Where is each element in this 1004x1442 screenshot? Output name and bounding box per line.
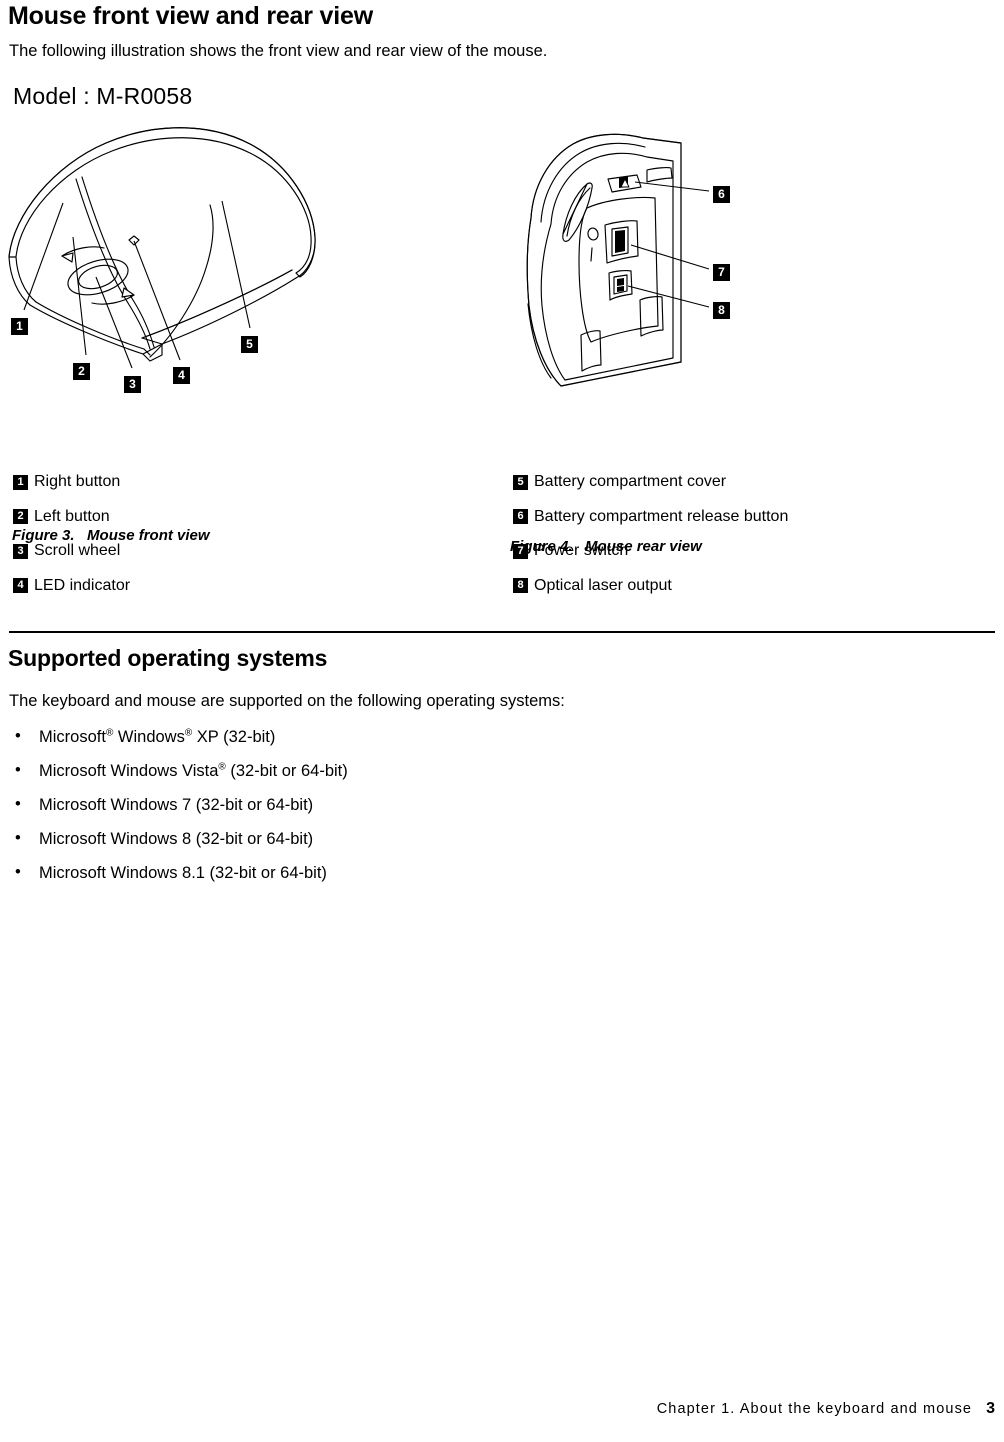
os-list-item-xp: • Microsoft® Windows® XP (32-bit) bbox=[9, 728, 809, 762]
bullet-glyph: • bbox=[15, 727, 21, 745]
legend-badge-3: 3 bbox=[13, 543, 28, 559]
bullet-glyph: • bbox=[15, 795, 21, 813]
bullet-glyph: • bbox=[15, 863, 21, 881]
os-label-xp: Microsoft® Windows® XP (32-bit) bbox=[39, 727, 276, 746]
legend-badge-6: 6 bbox=[513, 509, 528, 525]
legend-label-2: Left button bbox=[34, 507, 110, 525]
callout-badge-5: 5 bbox=[241, 336, 258, 353]
os-label-vista: Microsoft Windows Vista® (32-bit or 64-b… bbox=[39, 761, 348, 780]
model-label: Model : M-R0058 bbox=[13, 83, 193, 109]
legend-label-4: LED indicator bbox=[34, 576, 131, 594]
callout-badge-2: 2 bbox=[73, 363, 90, 380]
legend-label-6: Battery compartment release button bbox=[534, 507, 789, 525]
section-divider bbox=[9, 631, 995, 633]
legend-label-1: Right button bbox=[34, 473, 121, 491]
legend-label-7: Power switch bbox=[534, 542, 629, 560]
bullet-glyph: • bbox=[15, 761, 21, 779]
legend-badge-1: 1 bbox=[13, 474, 28, 490]
legend-column-left: 1 Right button 2 Left button 3 Scroll wh… bbox=[13, 465, 130, 603]
legend-badge-2: 2 bbox=[13, 509, 28, 525]
os-label-win8: Microsoft Windows 8 (32-bit or 64-bit) bbox=[39, 830, 314, 848]
os-label-win81: Microsoft Windows 8.1 (32-bit or 64-bit) bbox=[39, 864, 327, 882]
legend-badge-8: 8 bbox=[513, 578, 528, 594]
callout-badge-3: 3 bbox=[124, 376, 141, 393]
leader-line-2 bbox=[72, 236, 87, 356]
legend-badge-5: 5 bbox=[513, 474, 528, 490]
legend-item-3: 3 Scroll wheel bbox=[13, 534, 130, 569]
footer-page-number: 3 bbox=[986, 1400, 995, 1417]
legend-column-right: 5 Battery compartment cover 6 Battery co… bbox=[513, 465, 788, 603]
os-list-item-vista: • Microsoft Windows Vista® (32-bit or 64… bbox=[9, 762, 809, 796]
document-page: Mouse front view and rear view The follo… bbox=[0, 0, 1004, 1442]
legend-item-4: 4 LED indicator bbox=[13, 569, 130, 604]
legend-badge-4: 4 bbox=[13, 578, 28, 594]
os-label-win7: Microsoft Windows 7 (32-bit or 64-bit) bbox=[39, 796, 314, 814]
figure-mouse-front-view bbox=[0, 125, 340, 395]
intro-paragraph: The following illustration shows the fro… bbox=[9, 42, 548, 60]
legend-item-2: 2 Left button bbox=[13, 500, 130, 535]
callout-badge-8: 8 bbox=[713, 302, 730, 319]
supported-os-list: • Microsoft® Windows® XP (32-bit) • Micr… bbox=[9, 728, 809, 898]
figures-area: 1 2 3 4 5 6 7 8 Figure 3. Mouse front vi… bbox=[0, 125, 1004, 555]
leader-line-5 bbox=[221, 200, 251, 329]
figure-mouse-rear-view bbox=[495, 130, 795, 400]
os-list-item-win81: • Microsoft Windows 8.1 (32-bit or 64-bi… bbox=[9, 864, 809, 898]
legend-item-5: 5 Battery compartment cover bbox=[513, 465, 788, 500]
bullet-glyph: • bbox=[15, 829, 21, 847]
page-title: Mouse front view and rear view bbox=[8, 2, 373, 30]
legend-badge-7: 7 bbox=[513, 543, 528, 559]
footer-chapter-label: Chapter 1. About the keyboard and mouse bbox=[656, 1401, 973, 1417]
mouse-front-view-drawing bbox=[8, 127, 316, 369]
os-list-item-win7: • Microsoft Windows 7 (32-bit or 64-bit) bbox=[9, 796, 809, 830]
callout-badge-7: 7 bbox=[713, 264, 730, 281]
supported-os-intro: The keyboard and mouse are supported on … bbox=[9, 692, 565, 710]
legend-item-8: 8 Optical laser output bbox=[513, 569, 788, 604]
os-list-item-win8: • Microsoft Windows 8 (32-bit or 64-bit) bbox=[9, 830, 809, 864]
section-title-supported-os: Supported operating systems bbox=[8, 645, 328, 671]
callout-badge-6: 6 bbox=[713, 186, 730, 203]
callout-badge-4: 4 bbox=[173, 367, 190, 384]
page-footer: Chapter 1. About the keyboard and mouse … bbox=[0, 1400, 1004, 1426]
legend-item-6: 6 Battery compartment release button bbox=[513, 500, 788, 535]
legend-label-8: Optical laser output bbox=[534, 576, 672, 594]
legend-label-5: Battery compartment cover bbox=[534, 473, 727, 491]
legend-item-7: 7 Power switch bbox=[513, 534, 788, 569]
legend-item-1: 1 Right button bbox=[13, 465, 130, 500]
mouse-rear-view-drawing bbox=[526, 133, 710, 387]
legend-label-3: Scroll wheel bbox=[34, 542, 121, 560]
callout-badge-1: 1 bbox=[11, 318, 28, 335]
